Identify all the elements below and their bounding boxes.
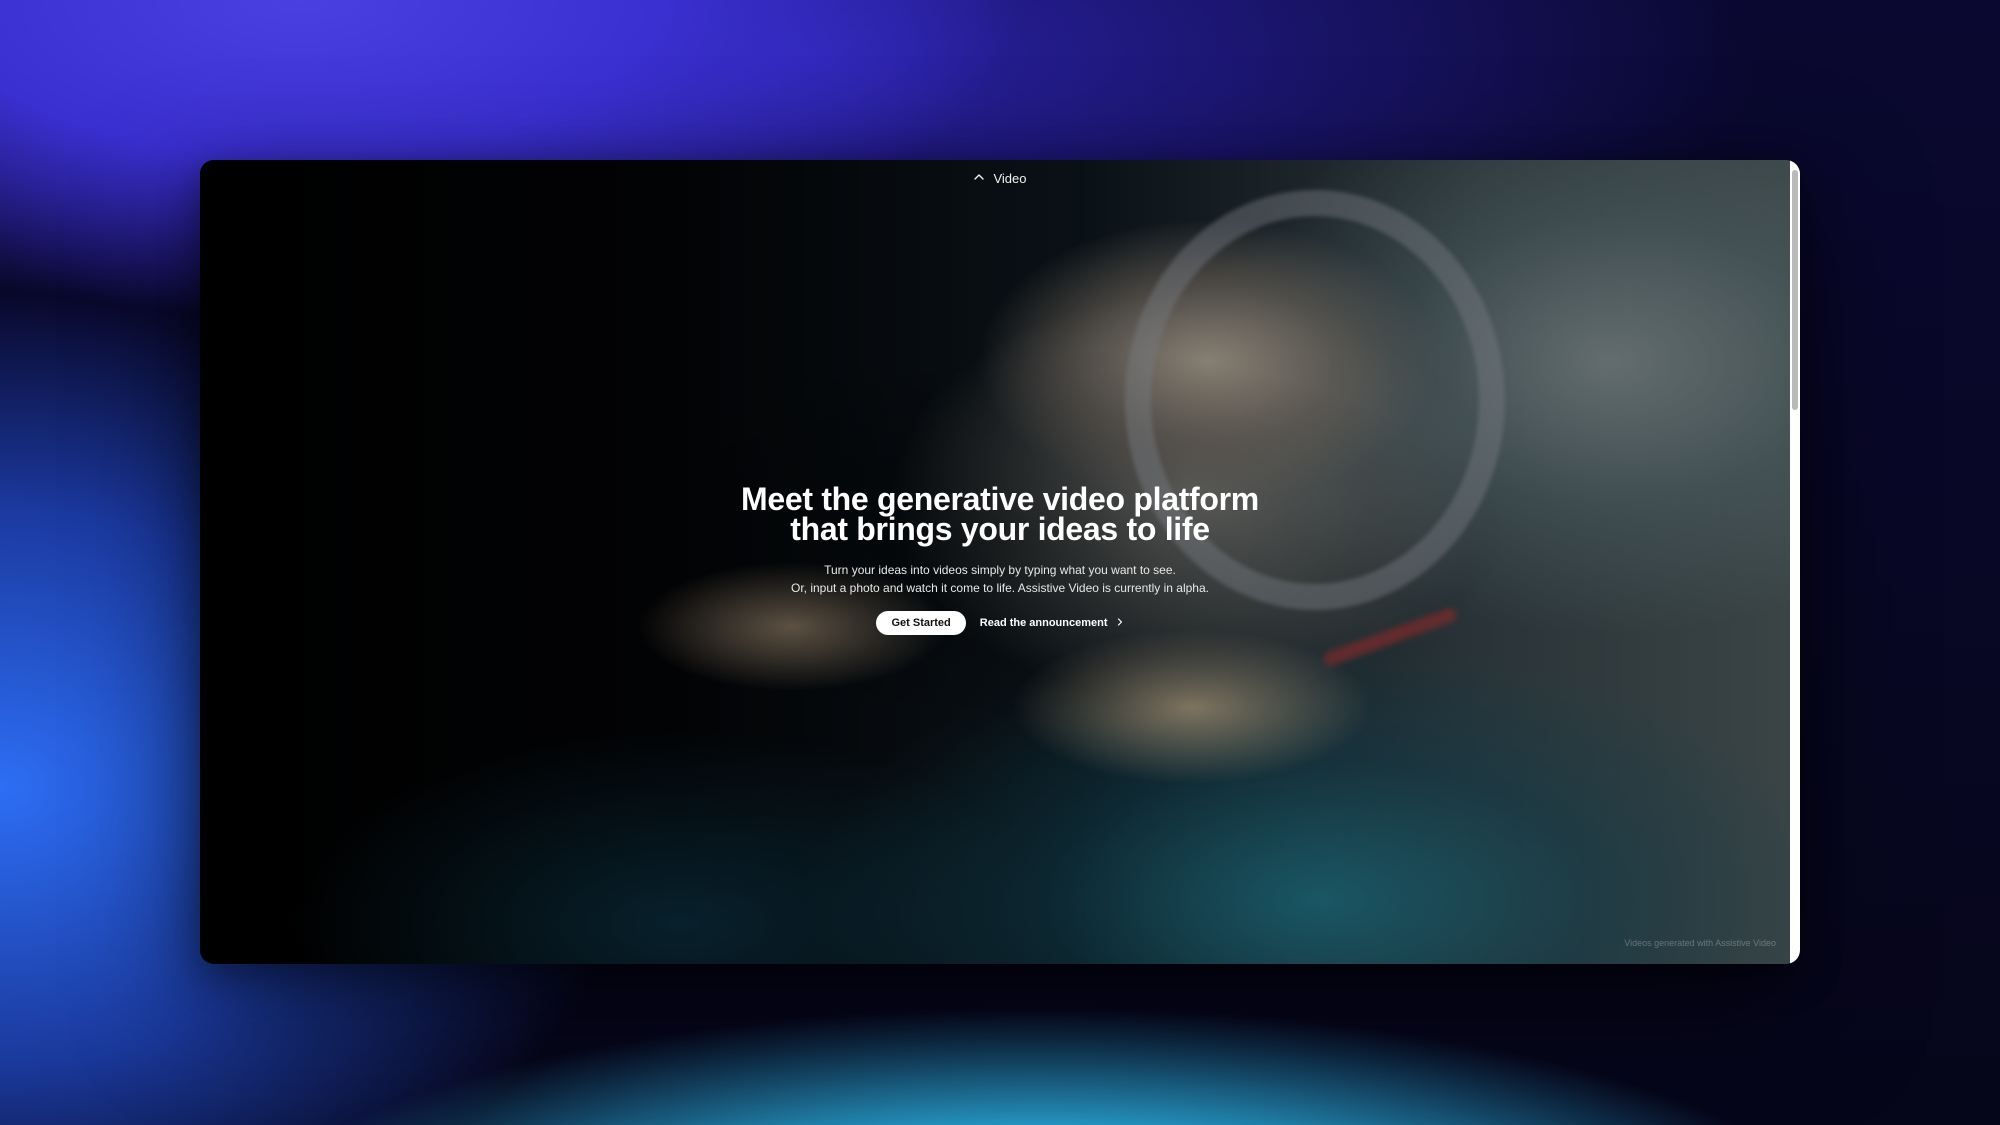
video-badge-label: Video	[993, 171, 1027, 186]
read-announcement-link[interactable]: Read the announcement	[980, 617, 1124, 629]
video-badge[interactable]: Video	[200, 171, 1800, 186]
hero-title: Meet the generative video platform that …	[690, 483, 1310, 547]
chevron-right-icon	[1116, 617, 1124, 629]
scrollbar[interactable]	[1790, 160, 1800, 964]
hero-subtitle-line-2: Or, input a photo and watch it come to l…	[790, 581, 1209, 595]
hero-section: Meet the generative video platform that …	[200, 483, 1800, 635]
hero-title-line-2: that brings your ideas to life	[790, 511, 1210, 547]
browser-window: Video Meet the generative video platform…	[200, 160, 1800, 964]
video-credit: Videos generated with Assistive Video	[1624, 938, 1776, 948]
chevron-up-icon	[973, 171, 985, 186]
hero-subtitle: Turn your ideas into videos simply by ty…	[791, 561, 1209, 597]
scrollbar-thumb[interactable]	[1792, 170, 1798, 410]
hero-subtitle-line-1: Turn your ideas into videos simply by ty…	[824, 563, 1176, 577]
get-started-button[interactable]: Get Started	[876, 611, 966, 635]
read-announcement-label: Read the announcement	[979, 617, 1108, 629]
cta-row: Get Started Read the announcement	[876, 611, 1123, 635]
